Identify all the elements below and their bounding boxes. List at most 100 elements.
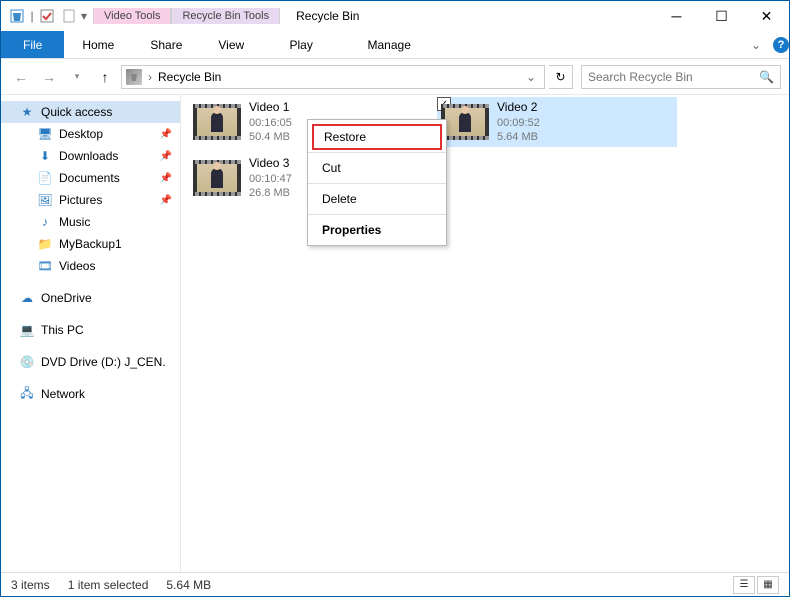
context-menu-cut[interactable]: Cut	[308, 155, 446, 181]
sidebar-item-this-pc[interactable]: 💻 This PC	[1, 319, 180, 341]
maximize-button[interactable]: ☐	[699, 2, 744, 30]
recycle-bin-addr-icon	[126, 69, 142, 85]
context-menu-delete[interactable]: Delete	[308, 186, 446, 212]
status-selection-count: 1 item selected	[68, 578, 149, 592]
view-mode-toggle: ☰ ▦	[733, 576, 779, 594]
address-history-dropdown-icon[interactable]: ⌄	[522, 70, 540, 84]
onedrive-icon: ☁	[19, 290, 35, 306]
sidebar-item-pictures[interactable]: 🖼 Pictures 📌	[1, 189, 180, 211]
file-duration: 00:16:05	[249, 116, 292, 130]
star-icon: ★	[19, 104, 35, 120]
context-menu-properties[interactable]: Properties	[308, 217, 446, 243]
up-button[interactable]: ↑	[93, 65, 117, 89]
file-size: 50.4 MB	[249, 130, 292, 144]
window-controls: ─ ☐ ✕	[654, 2, 789, 30]
file-meta: Video 2 00:09:52 5.64 MB	[497, 100, 540, 144]
checkbox-qat-icon[interactable]	[37, 6, 57, 26]
file-meta: Video 3 00:10:47 26.8 MB	[249, 156, 292, 200]
window-title: Recycle Bin	[280, 9, 654, 23]
file-name: Video 2	[497, 100, 540, 116]
minimize-button[interactable]: ─	[654, 2, 699, 30]
pin-icon: 📌	[160, 151, 172, 162]
this-pc-icon: 💻	[19, 322, 35, 338]
address-bar[interactable]: › Recycle Bin ⌄	[121, 65, 545, 89]
file-size: 26.8 MB	[249, 186, 292, 200]
title-bar: | ▾ Video Tools Recycle Bin Tools Recycl…	[1, 1, 789, 31]
play-tab[interactable]: Play	[262, 31, 340, 58]
qat-separator: |	[29, 9, 35, 23]
context-menu-separator	[308, 214, 446, 215]
dvd-icon: 💿	[19, 354, 35, 370]
home-tab[interactable]: Home	[64, 31, 132, 58]
videos-icon: 🎞	[37, 258, 53, 274]
navigation-pane: ★ Quick access 🖥 Desktop 📌 ⬇ Downloads 📌…	[1, 95, 181, 572]
search-box[interactable]: 🔍	[581, 65, 781, 89]
contextual-tabs: Video Tools Recycle Bin Tools	[93, 8, 280, 24]
qat-dropdown-icon[interactable]: ▾	[81, 9, 87, 23]
refresh-button[interactable]: ↻	[549, 65, 573, 89]
recent-dropdown-icon[interactable]: ▾	[65, 65, 89, 89]
sidebar-item-downloads[interactable]: ⬇ Downloads 📌	[1, 145, 180, 167]
close-button[interactable]: ✕	[744, 2, 789, 30]
quick-access-toolbar: | ▾	[1, 1, 93, 31]
music-icon: ♪	[37, 214, 53, 230]
address-bar-row: ← → ▾ ↑ › Recycle Bin ⌄ ↻ 🔍	[1, 59, 789, 95]
sidebar-item-dvd[interactable]: 💿 DVD Drive (D:) J_CEN.	[1, 351, 180, 373]
ribbon: File Home Share View Play Manage ⌄ ?	[1, 31, 789, 59]
sidebar-item-music[interactable]: ♪ Music	[1, 211, 180, 233]
sidebar-item-desktop[interactable]: 🖥 Desktop 📌	[1, 123, 180, 145]
sidebar-item-videos[interactable]: 🎞 Videos	[1, 255, 180, 277]
view-tab[interactable]: View	[200, 31, 262, 58]
video-tools-tab-header[interactable]: Video Tools	[93, 8, 171, 24]
status-item-count: 3 items	[11, 578, 50, 592]
file-tab[interactable]: File	[1, 31, 64, 58]
desktop-icon: 🖥	[37, 126, 53, 142]
sidebar-item-network[interactable]: 🖧 Network	[1, 383, 180, 405]
explorer-body: ★ Quick access 🖥 Desktop 📌 ⬇ Downloads 📌…	[1, 95, 789, 572]
file-size: 5.64 MB	[497, 130, 540, 144]
breadcrumb-sep[interactable]: ›	[146, 70, 154, 84]
context-menu-separator	[308, 152, 446, 153]
status-bar: 3 items 1 item selected 5.64 MB ☰ ▦	[1, 572, 789, 596]
ribbon-expand-icon[interactable]: ⌄	[743, 38, 769, 52]
status-selection-size: 5.64 MB	[166, 578, 211, 592]
network-icon: 🖧	[19, 386, 35, 402]
icons-view-button[interactable]: ▦	[757, 576, 779, 594]
downloads-icon: ⬇	[37, 148, 53, 164]
search-icon[interactable]: 🔍	[759, 70, 774, 84]
file-list[interactable]: Video 1 00:16:05 50.4 MB ✓ Video 2 00:09…	[181, 95, 789, 572]
forward-button[interactable]: →	[37, 65, 61, 89]
breadcrumb-location[interactable]: Recycle Bin	[154, 70, 225, 84]
search-input[interactable]	[588, 70, 759, 84]
pin-icon: 📌	[160, 129, 172, 140]
manage-tab[interactable]: Manage	[340, 31, 438, 58]
pictures-icon: 🖼	[37, 192, 53, 208]
sidebar-item-onedrive[interactable]: ☁ OneDrive	[1, 287, 180, 309]
video-thumbnail	[193, 160, 241, 196]
sidebar-item-documents[interactable]: 📄 Documents 📌	[1, 167, 180, 189]
blank-doc-icon[interactable]	[59, 6, 79, 26]
help-icon[interactable]: ?	[773, 37, 789, 53]
details-view-button[interactable]: ☰	[733, 576, 755, 594]
pin-icon: 📌	[160, 195, 172, 206]
documents-icon: 📄	[37, 170, 53, 186]
recycle-bin-tools-tab-header[interactable]: Recycle Bin Tools	[171, 8, 280, 24]
context-menu-restore[interactable]: Restore	[312, 124, 442, 150]
context-menu: Restore Cut Delete Properties	[307, 119, 447, 246]
pin-icon: 📌	[160, 173, 172, 184]
file-meta: Video 1 00:16:05 50.4 MB	[249, 100, 292, 144]
file-name: Video 1	[249, 100, 292, 116]
file-duration: 00:10:47	[249, 172, 292, 186]
file-name: Video 3	[249, 156, 292, 172]
recycle-bin-icon[interactable]	[7, 6, 27, 26]
folder-icon: 📁	[37, 236, 53, 252]
sidebar-item-mybackup[interactable]: 📁 MyBackup1	[1, 233, 180, 255]
sidebar-item-quick-access[interactable]: ★ Quick access	[1, 101, 180, 123]
file-duration: 00:09:52	[497, 116, 540, 130]
video-thumbnail	[193, 104, 241, 140]
file-item-video-2[interactable]: ✓ Video 2 00:09:52 5.64 MB	[437, 97, 677, 147]
context-menu-separator	[308, 183, 446, 184]
back-button[interactable]: ←	[9, 65, 33, 89]
share-tab[interactable]: Share	[132, 31, 200, 58]
video-thumbnail	[441, 104, 489, 140]
